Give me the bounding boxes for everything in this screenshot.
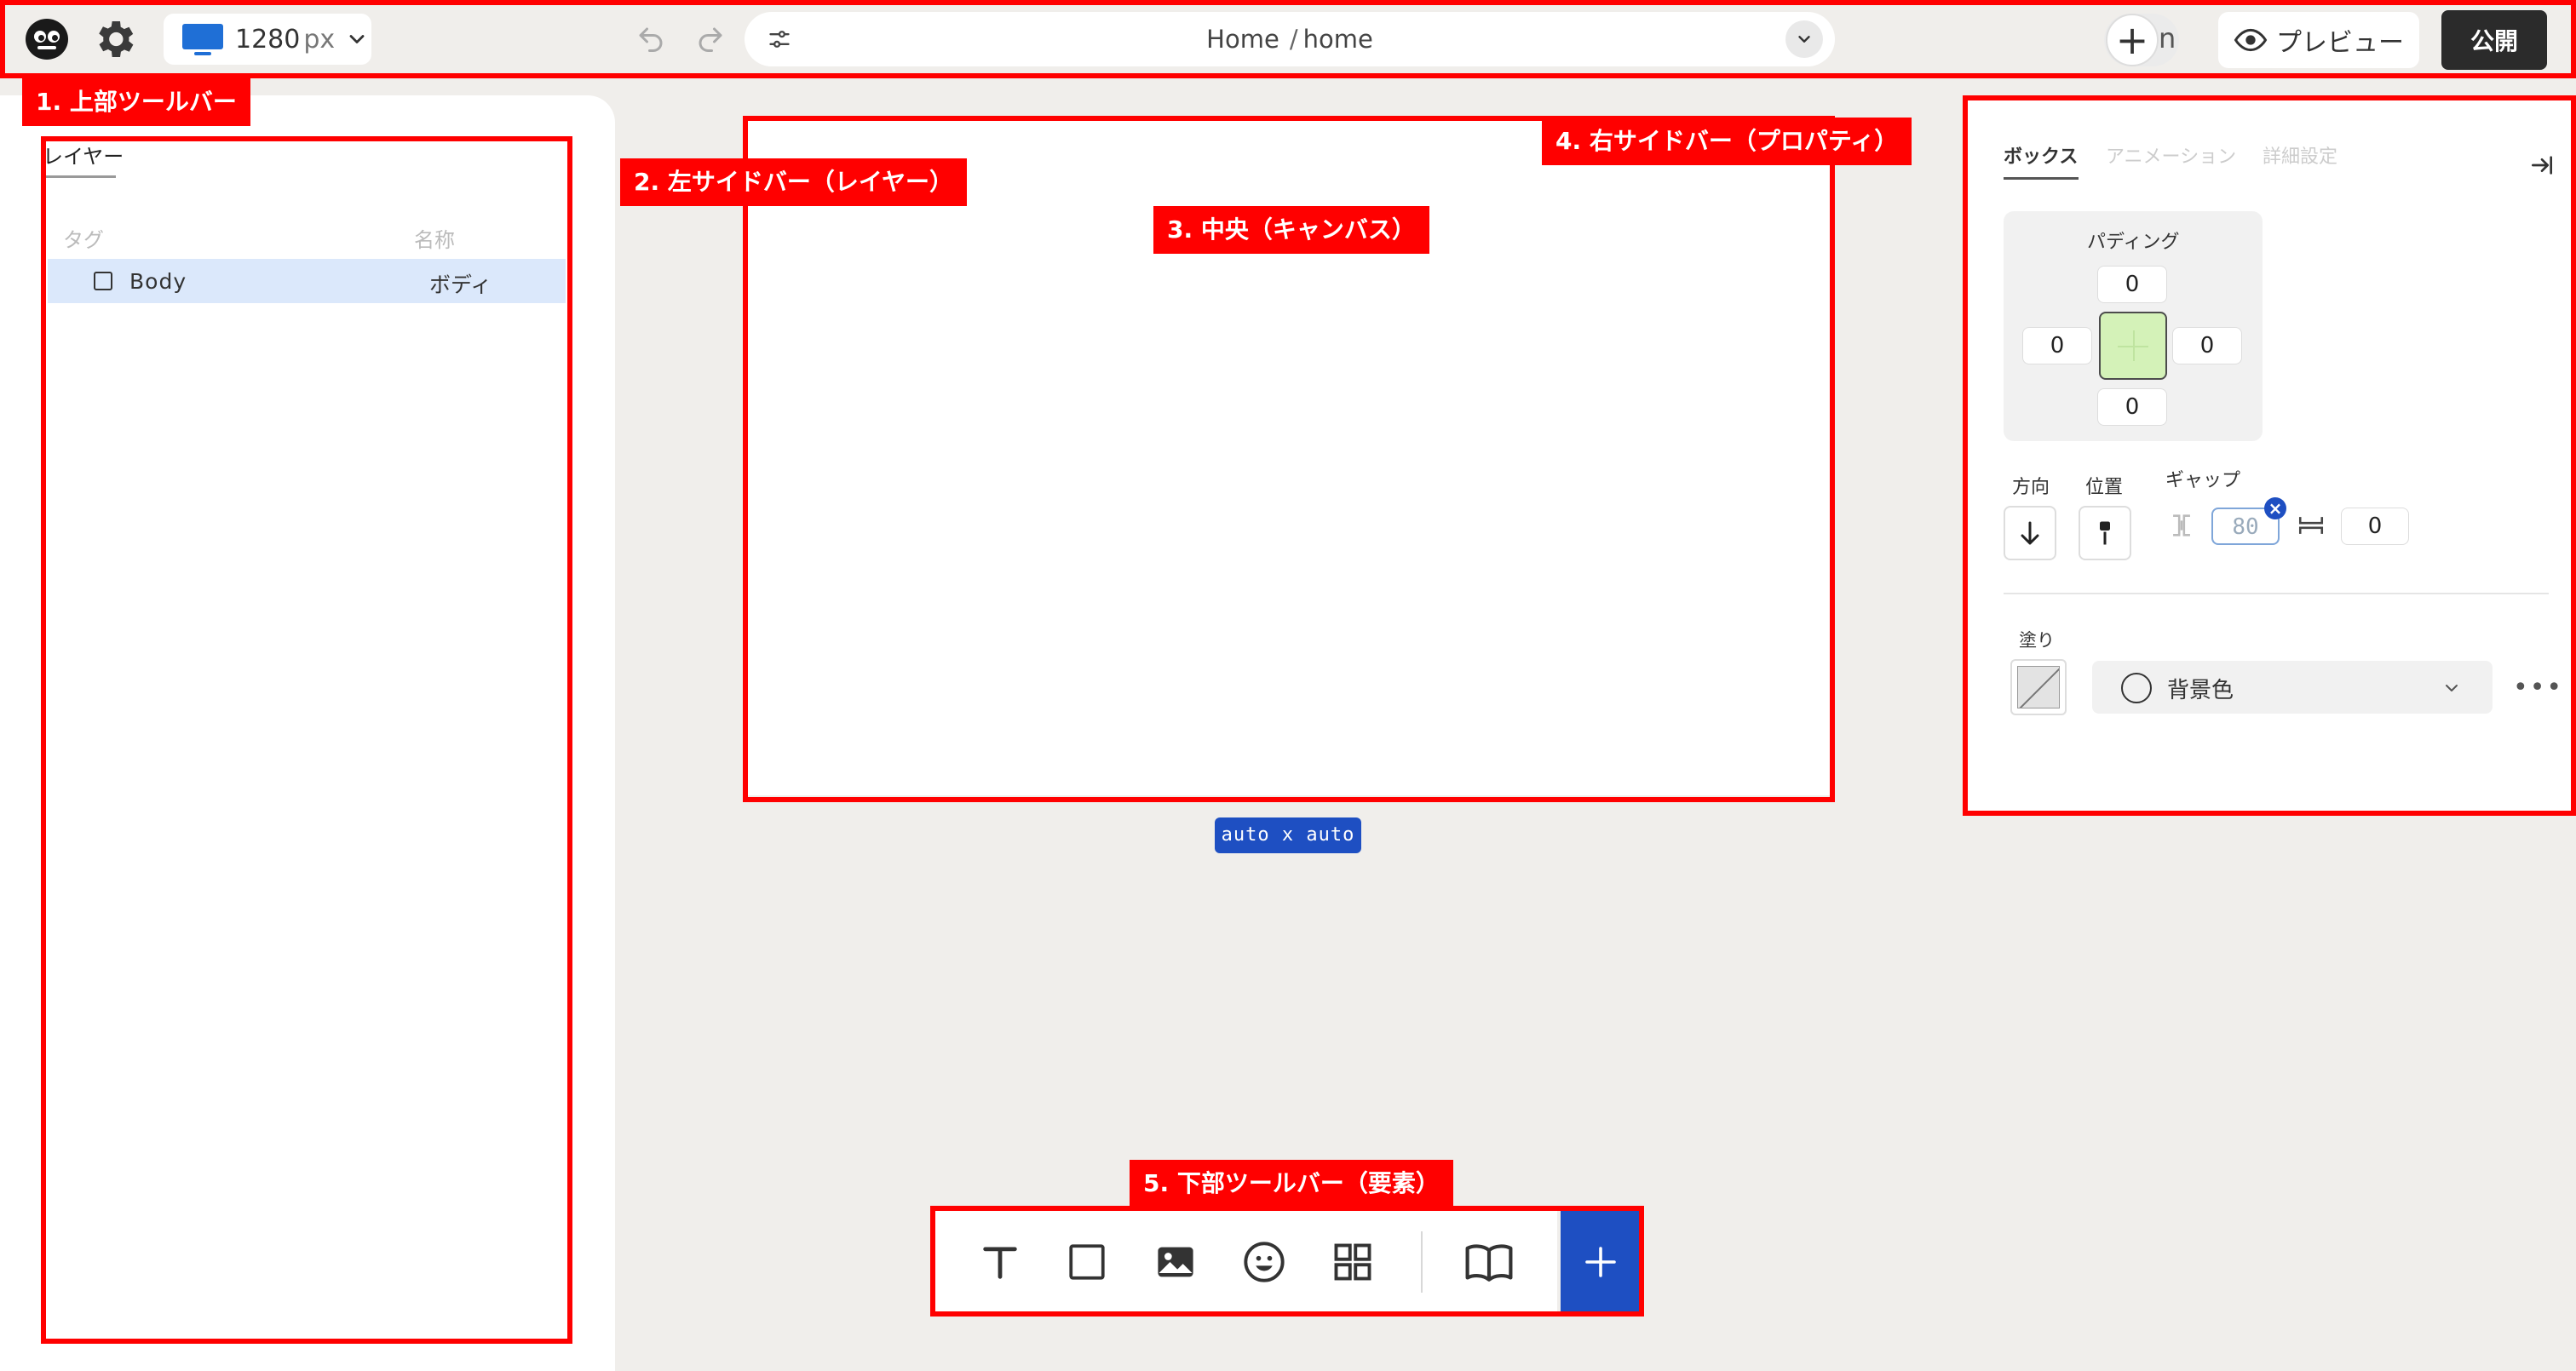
emoji-icon[interactable] — [1240, 1238, 1288, 1286]
text-icon[interactable] — [976, 1238, 1024, 1286]
collapse-panel-icon[interactable] — [2528, 152, 2556, 179]
add-page-button[interactable]: + n — [2104, 14, 2179, 66]
add-element-button[interactable] — [1561, 1211, 1641, 1313]
chevron-down-icon — [349, 35, 365, 43]
padding-right-input[interactable]: 0 — [2172, 327, 2242, 364]
align-top-icon — [2100, 521, 2110, 545]
path-separator: / — [1289, 25, 1298, 54]
chevron-down-icon — [2446, 685, 2458, 691]
size-badge: auto x auto — [1215, 817, 1361, 853]
app-logo-icon[interactable] — [26, 19, 68, 60]
annotation-label-left-sidebar: 2. 左サイドバー（レイヤー） — [620, 158, 968, 206]
layer-name: ボディ — [429, 272, 492, 297]
annotation-label-top-toolbar: 1. 上部ツールバー — [22, 78, 250, 126]
gap-vertical-icon — [2173, 514, 2190, 536]
position-button[interactable] — [2079, 506, 2131, 560]
tab-box[interactable]: ボックス — [2004, 141, 2078, 169]
fill-swatch[interactable] — [2010, 659, 2067, 715]
box-icon[interactable] — [1063, 1238, 1111, 1286]
chevron-down-icon — [1798, 36, 1810, 43]
gap-horizontal-input[interactable]: 0 — [2341, 508, 2409, 545]
gear-icon[interactable] — [90, 15, 138, 63]
column-header-tag: タグ — [63, 228, 104, 252]
square-icon — [94, 272, 112, 290]
top-toolbar: 1280 px Home / home + n プレビュー 公開 — [0, 0, 2576, 78]
page-path: Home / home — [745, 12, 1835, 66]
direction-label: 方向 — [2012, 477, 2050, 498]
annotation-label-right-sidebar: 4. 右サイドバー（プロパティ） — [1542, 118, 1912, 165]
gap-label: ギャップ — [2165, 470, 2241, 491]
path-page[interactable]: home — [1303, 25, 1373, 54]
close-icon[interactable]: × — [2264, 497, 2286, 519]
padding-top-input[interactable]: 0 — [2097, 266, 2167, 303]
monitor-icon — [181, 22, 225, 56]
column-header-name: 名称 — [414, 228, 455, 252]
layer-tag: Body — [129, 269, 187, 294]
tab-layers[interactable]: レイヤー — [43, 140, 124, 169]
viewport-selector[interactable]: 1280 px — [164, 14, 371, 65]
tab-animation[interactable]: アニメーション — [2106, 141, 2236, 169]
tab-advanced[interactable]: 詳細設定 — [2263, 141, 2337, 169]
layer-row[interactable]: Body ボディ — [48, 259, 566, 303]
preview-label: プレビュー — [2276, 28, 2404, 58]
tab-underline — [43, 175, 116, 178]
element-toolbar — [935, 1211, 1557, 1313]
book-icon[interactable] — [1462, 1238, 1516, 1286]
grid-icon[interactable] — [1329, 1238, 1377, 1286]
redo-icon[interactable] — [695, 24, 726, 54]
padding-center-box — [2099, 312, 2167, 380]
tab-underline — [2004, 177, 2079, 180]
page-dropdown-button[interactable] — [1785, 20, 1823, 58]
plus-icon — [1585, 1247, 1616, 1277]
undo-icon[interactable] — [635, 24, 666, 54]
toolbar-divider — [1421, 1231, 1423, 1293]
fill-type-value: 背景色 — [2167, 678, 2234, 703]
annotation-label-bottom-toolbar: 5. 下部ツールバー（要素） — [1130, 1160, 1453, 1208]
preview-button[interactable]: プレビュー — [2218, 12, 2419, 68]
fill-type-select[interactable]: 背景色 — [2092, 661, 2493, 714]
fill-label: 塗り — [2019, 630, 2055, 651]
path-root[interactable]: Home — [1206, 25, 1279, 54]
annotation-label-canvas: 3. 中央（キャンバス） — [1153, 206, 1429, 254]
padding-left-input[interactable]: 0 — [2022, 327, 2092, 364]
circle-icon — [2121, 673, 2152, 703]
padding-bottom-input[interactable]: 0 — [2097, 388, 2167, 426]
eye-icon — [2234, 28, 2268, 52]
add-button-trailing-text: n — [2159, 22, 2176, 54]
padding-title: パディング — [2087, 232, 2180, 253]
image-icon[interactable] — [1152, 1238, 1199, 1286]
gap-horizontal-icon — [2298, 517, 2324, 534]
viewport-width: 1280 — [235, 24, 301, 54]
section-divider — [2004, 593, 2549, 594]
position-label: 位置 — [2085, 477, 2124, 498]
page-path-bar[interactable]: Home / home — [745, 12, 1835, 66]
direction-button[interactable] — [2004, 506, 2056, 560]
publish-button[interactable]: 公開 — [2441, 10, 2547, 70]
plus-icon: + — [2106, 14, 2159, 66]
more-options-icon[interactable]: ••• — [2513, 673, 2563, 703]
arrow-down-icon — [2021, 521, 2039, 545]
viewport-unit: px — [303, 24, 336, 54]
